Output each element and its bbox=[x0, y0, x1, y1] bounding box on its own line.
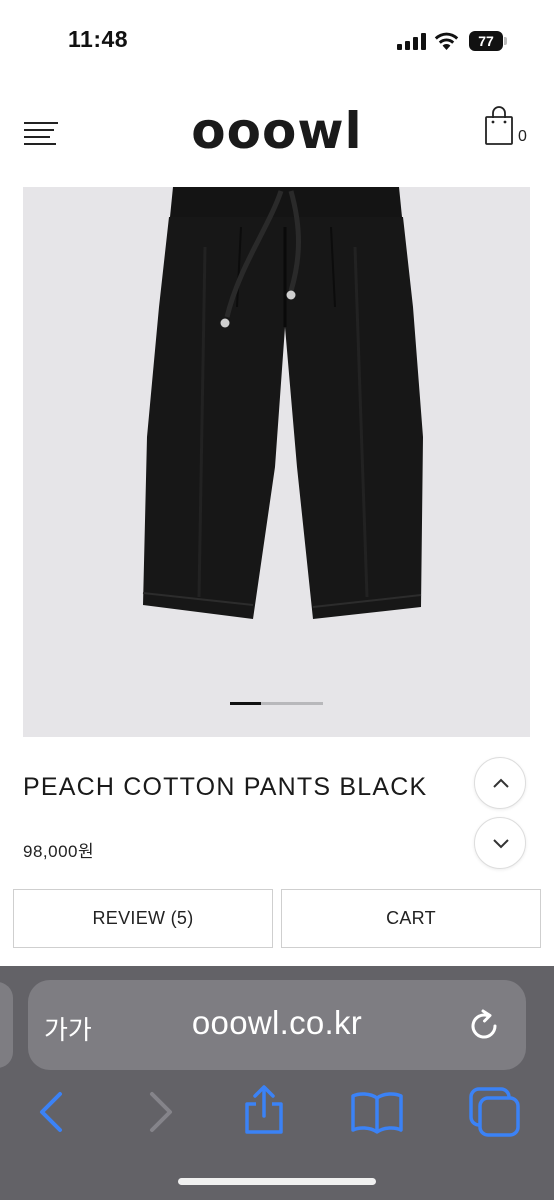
shopping-bag-icon[interactable] bbox=[484, 106, 514, 146]
site-header: ooowl 0 bbox=[0, 90, 554, 180]
chevron-up-icon bbox=[493, 778, 509, 788]
pants-photo bbox=[142, 187, 423, 619]
chevron-down-icon bbox=[493, 839, 509, 849]
home-indicator[interactable] bbox=[178, 1178, 376, 1185]
battery-icon: 77 bbox=[469, 31, 507, 51]
cart-count: 0 bbox=[518, 128, 527, 145]
product-price: 98,000원 bbox=[23, 842, 95, 861]
scroll-down-button[interactable] bbox=[474, 817, 526, 869]
previous-tab-preview[interactable] bbox=[0, 982, 13, 1068]
wifi-icon bbox=[434, 32, 459, 50]
status-time: 11:48 bbox=[68, 26, 129, 52]
battery-level: 77 bbox=[469, 31, 503, 51]
slider-indicator-active bbox=[230, 702, 261, 705]
address-bar[interactable]: 가가 ooowl.co.kr bbox=[28, 980, 526, 1070]
slider-indicator-track bbox=[261, 702, 323, 705]
product-title: PEACH COTTON PANTS BLACK bbox=[23, 773, 428, 801]
cart-button[interactable]: CART bbox=[281, 889, 541, 948]
site-logo[interactable]: ooowl bbox=[0, 102, 554, 160]
browser-toolbar: 가가 ooowl.co.kr bbox=[0, 966, 554, 1200]
forward-icon[interactable] bbox=[146, 1090, 176, 1134]
review-button[interactable]: REVIEW (5) bbox=[13, 889, 273, 948]
url-text[interactable]: ooowl.co.kr bbox=[28, 1004, 526, 1042]
status-bar: 11:48 77 bbox=[0, 0, 554, 70]
tabs-icon[interactable] bbox=[468, 1086, 522, 1138]
reload-icon[interactable] bbox=[466, 1008, 502, 1044]
cellular-signal-icon bbox=[397, 32, 427, 50]
image-slider-indicator[interactable] bbox=[230, 702, 323, 705]
scroll-up-button[interactable] bbox=[474, 757, 526, 809]
product-image[interactable] bbox=[23, 187, 530, 737]
back-icon[interactable] bbox=[36, 1090, 66, 1134]
bookmarks-icon[interactable] bbox=[350, 1090, 404, 1134]
share-icon[interactable] bbox=[242, 1084, 286, 1136]
